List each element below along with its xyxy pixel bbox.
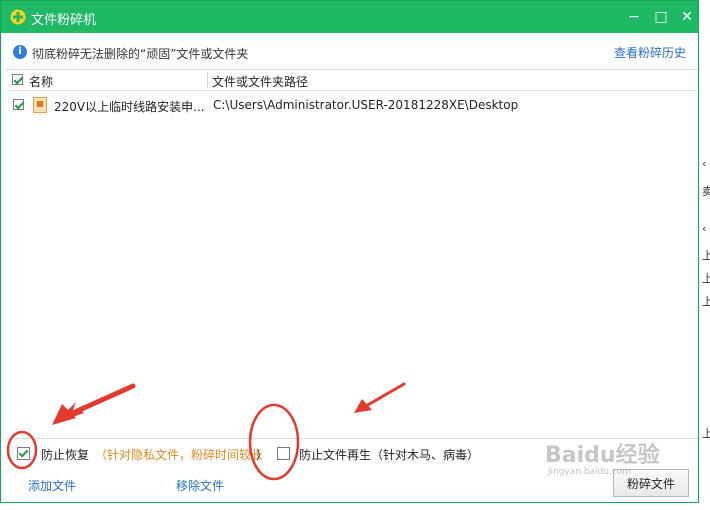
annotation-overlay bbox=[6, 382, 406, 481]
arrow-shaft-recovery bbox=[63, 383, 136, 419]
arrow-head-regen bbox=[354, 399, 372, 413]
highlight-circle-regen bbox=[248, 403, 300, 481]
arrow-shaft-regen bbox=[364, 382, 406, 408]
baidu-watermark-url: jingyan.baidu.com bbox=[548, 467, 632, 477]
baidu-watermark: Baidu经验 bbox=[545, 443, 660, 468]
highlight-circle-recovery bbox=[6, 430, 38, 470]
